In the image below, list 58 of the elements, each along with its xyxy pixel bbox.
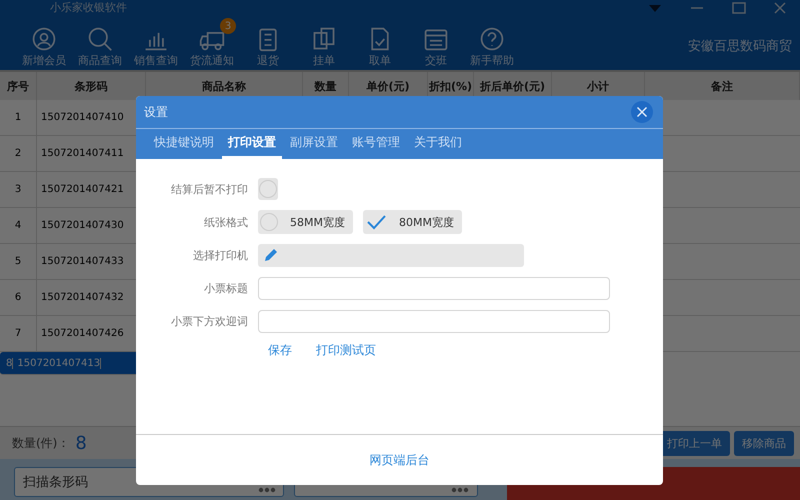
table-cell: 1507201407413 (13, 358, 102, 368)
pencil-icon (264, 248, 278, 262)
text-field[interactable] (258, 310, 610, 332)
action-button[interactable]: 移除商品 (734, 430, 794, 456)
toolbar-button[interactable]: 退货 (240, 18, 296, 68)
table-cell: 1 (0, 100, 37, 135)
field-label: 纸张格式 (203, 214, 248, 230)
toolbar-button[interactable]: 取单 (352, 18, 408, 68)
close-icon[interactable] (631, 101, 653, 123)
documents-icon (311, 26, 337, 52)
empty-circle-icon (259, 180, 277, 198)
table-cell: 2 (0, 136, 37, 171)
checkmark-icon (364, 213, 387, 231)
printer-select[interactable] (258, 244, 524, 266)
quantity-value: 8 (75, 432, 87, 454)
company-name: 安徽百思数码商贸 (688, 38, 793, 55)
empty-circle-icon (260, 213, 278, 231)
table-cell: 3 (0, 172, 37, 207)
close-icon[interactable] (774, 2, 786, 14)
web-admin-link[interactable]: 网页端后台 (370, 452, 430, 468)
member-icon (31, 26, 57, 52)
toolbar-button[interactable]: 新手帮助 (464, 18, 520, 68)
quantity-label: 数量(件)： (12, 434, 70, 452)
radio-option[interactable]: 80MM宽度 (362, 210, 462, 234)
tab[interactable]: 打印设置 (222, 134, 282, 159)
dialog-title: 设置 (144, 104, 168, 120)
link[interactable]: 打印测试页 (316, 342, 376, 359)
table-cell: 5 (0, 244, 37, 279)
window-title: 小乐家收银软件 (50, 1, 127, 15)
table-cell: 8 (6, 358, 14, 368)
toolbar-button[interactable]: 销售查询 (128, 18, 184, 68)
text-field[interactable] (258, 276, 610, 300)
dropdown-icon[interactable] (648, 3, 662, 13)
field-label: 选择打印机 (192, 248, 248, 262)
tab[interactable]: 副屏设置 (284, 134, 344, 159)
field-label: 小票下方欢迎词 (170, 314, 248, 328)
more-icon[interactable] (451, 487, 469, 493)
notification-badge: 3 (220, 18, 236, 34)
radio-option[interactable]: 58MM宽度 (258, 210, 353, 234)
maximize-icon[interactable] (732, 2, 746, 14)
field-label: 结算后暂不打印 (170, 182, 248, 196)
more-icon[interactable] (258, 487, 276, 493)
table-cell: 6 (0, 280, 37, 315)
toolbar-button[interactable]: 交班 (408, 18, 464, 68)
tab[interactable]: 快捷键说明 (148, 134, 220, 159)
table-cell: 7 (0, 316, 37, 351)
tab[interactable]: 关于我们 (408, 134, 468, 159)
toolbar-button[interactable]: 3 货流通知 (184, 18, 240, 68)
field-label: 小票标题 (203, 280, 248, 296)
toolbar-button[interactable]: 商品查询 (72, 18, 128, 68)
table-cell: 4 (0, 208, 37, 243)
toolbar-button[interactable]: 新增会员 (16, 18, 72, 68)
help-icon (479, 26, 505, 52)
tab[interactable]: 账号管理 (346, 134, 406, 159)
toolbar-button[interactable]: 挂单 (296, 18, 352, 68)
checkbox[interactable] (258, 178, 278, 200)
link[interactable]: 保存 (268, 342, 292, 359)
search-icon (87, 26, 113, 52)
